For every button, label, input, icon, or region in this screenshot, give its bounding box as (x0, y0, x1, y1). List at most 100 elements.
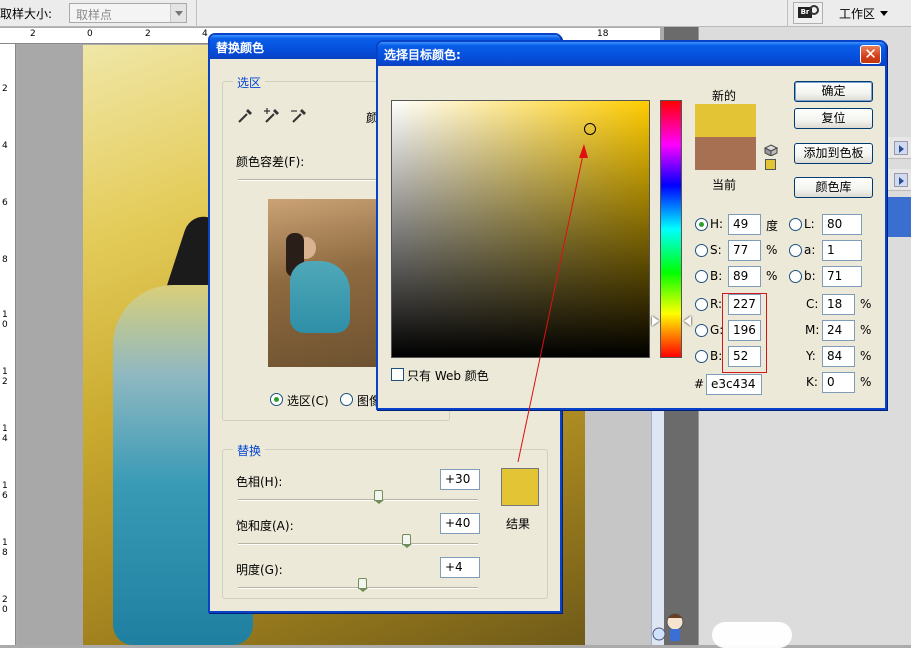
c-unit: % (860, 297, 872, 311)
radio-image[interactable] (340, 393, 353, 406)
color-picker-dialog: 选择目标颜色: ✕ 只有 Web 颜色 新的 当前 确定 复位 添加到色板 颜色… (376, 40, 887, 410)
web-only-checkbox[interactable] (391, 368, 404, 381)
eyedropper-minus-icon[interactable] (290, 107, 308, 125)
radio-selection-label: 选区(C) (287, 394, 329, 408)
l-label: L: (804, 217, 815, 231)
color-field-cursor[interactable] (584, 123, 596, 135)
b-label: B: (710, 269, 723, 283)
ruler-number: 1 6 (2, 481, 8, 501)
h-unit: 度 (766, 219, 779, 233)
reset-button[interactable]: 复位 (794, 108, 873, 129)
g-input[interactable]: 196 (728, 320, 761, 341)
k-input[interactable]: 0 (822, 372, 855, 393)
radio-selection[interactable] (270, 393, 283, 406)
hue-slider-thumb[interactable] (374, 490, 384, 504)
lab-b-input[interactable]: 71 (822, 266, 862, 287)
h-input[interactable]: 49 (728, 214, 761, 235)
radio-g[interactable] (695, 324, 708, 337)
new-label: 新的 (712, 89, 737, 103)
eyedropper-plus-icon[interactable] (263, 107, 281, 125)
b-input[interactable]: 89 (728, 266, 761, 287)
color-field[interactable] (391, 100, 650, 358)
preview-thumbnail (268, 199, 380, 367)
lightness-slider-thumb[interactable] (358, 578, 368, 592)
bridge-button[interactable]: Br (793, 2, 823, 24)
picker-dialog-title: 选择目标颜色: (384, 48, 461, 62)
a-label: a: (804, 243, 816, 257)
current-label: 当前 (712, 178, 737, 192)
ok-button[interactable]: 确定 (794, 81, 873, 102)
y-input[interactable]: 84 (822, 346, 855, 367)
canvas-pasteboard (17, 45, 83, 645)
result-color-swatch[interactable] (501, 468, 539, 506)
radio-a[interactable] (789, 244, 802, 257)
add-to-swatches-button[interactable]: 添加到色板 (794, 143, 873, 164)
ruler-left: 2 4 6 8 1 0 1 2 1 4 1 6 1 8 2 0 (0, 44, 16, 645)
g-label: G: (710, 323, 724, 337)
a-input[interactable]: 1 (822, 240, 862, 261)
ruler-number: 1 2 (2, 367, 8, 387)
radio-blue[interactable] (695, 350, 708, 363)
fuzziness-slider-track[interactable] (238, 179, 378, 181)
hue-slider-left-arrow-icon[interactable] (652, 316, 659, 326)
hue-slider-right-arrow-icon[interactable] (684, 316, 691, 326)
saturation-slider-track[interactable] (238, 543, 478, 545)
magnifier-icon (809, 5, 819, 15)
radio-r[interactable] (695, 298, 708, 311)
ruler-number: 4 (202, 29, 208, 39)
lightness-label: 明度(G): (236, 563, 283, 577)
radio-h[interactable] (695, 218, 708, 231)
saturation-label: 饱和度(A): (236, 519, 294, 533)
web-safe-swatch[interactable] (765, 159, 776, 170)
hue-label: 色相(H): (236, 475, 283, 489)
selection-group-label: 选区 (233, 74, 266, 91)
r-input[interactable]: 227 (728, 294, 761, 315)
c-input[interactable]: 18 (822, 294, 855, 315)
radio-l[interactable] (789, 218, 802, 231)
radio-b[interactable] (695, 270, 708, 283)
blue-label: B: (710, 349, 723, 363)
cloud-decoration (712, 622, 792, 648)
result-label: 结果 (506, 517, 531, 531)
hue-slider-track[interactable] (238, 499, 478, 501)
workspace-button[interactable]: 工作区 (830, 2, 902, 24)
s-unit: % (766, 243, 778, 257)
s-label: S: (710, 243, 722, 257)
lab-b-label: b: (804, 269, 816, 283)
c-label: C: (806, 297, 819, 311)
expand-arrow-icon[interactable] (894, 141, 908, 155)
cube-warning-icon[interactable] (764, 144, 778, 156)
hue-input[interactable]: +30 (440, 469, 480, 490)
color-libraries-button[interactable]: 颜色库 (794, 177, 873, 198)
replace-dialog-title: 替换颜色 (216, 41, 265, 55)
separator (787, 0, 788, 27)
s-input[interactable]: 77 (728, 240, 761, 261)
ruler-number: 2 0 (2, 595, 8, 615)
l-input[interactable]: 80 (822, 214, 862, 235)
saturation-slider-thumb[interactable] (402, 534, 412, 548)
radio-s[interactable] (695, 244, 708, 257)
ruler-number: 8 (2, 255, 8, 265)
ruler-number: 4 (2, 141, 8, 151)
expand-arrow-icon[interactable] (894, 173, 908, 187)
picker-dialog-titlebar[interactable]: 选择目标颜色: ✕ (378, 42, 885, 66)
saturation-input[interactable]: +40 (440, 513, 480, 534)
radio-lab-b[interactable] (789, 270, 802, 283)
hue-slider-bar[interactable] (660, 100, 682, 358)
ruler-number: 1 4 (2, 424, 8, 444)
sample-size-select[interactable]: 取样点 (69, 3, 187, 23)
eyedropper-icon[interactable] (236, 107, 254, 125)
hex-input[interactable]: e3c434 (706, 374, 762, 395)
blue-input[interactable]: 52 (728, 346, 761, 367)
h-label: H: (710, 217, 724, 231)
lightness-input[interactable]: +4 (440, 557, 480, 578)
options-bar: 取样大小: 取样点 Br 工作区 (0, 0, 911, 27)
replace-group-label: 替换 (233, 442, 266, 459)
chevron-down-icon[interactable] (170, 4, 186, 22)
m-input[interactable]: 24 (822, 320, 855, 341)
cartoon-mascot-icon (652, 613, 684, 641)
current-color-swatch[interactable] (695, 137, 756, 170)
ruler-number: 2 (145, 29, 151, 39)
close-icon[interactable]: ✕ (860, 45, 881, 64)
ruler-number: 0 (87, 29, 93, 39)
